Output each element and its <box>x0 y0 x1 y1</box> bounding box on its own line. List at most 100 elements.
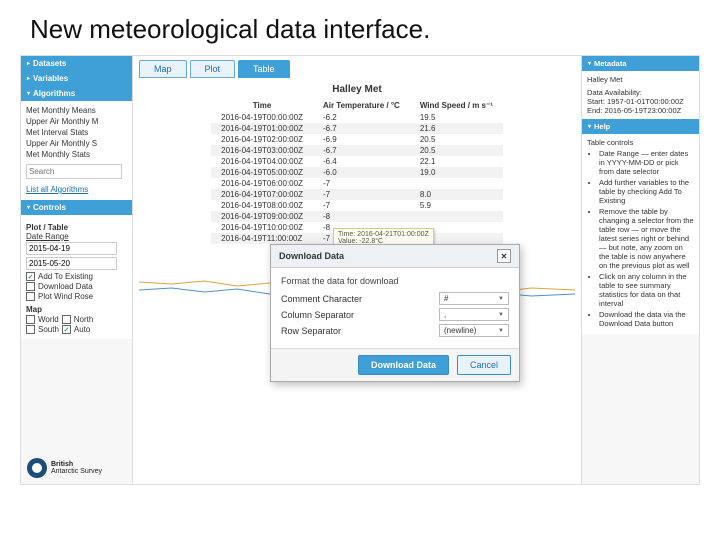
table-cell: -6.7 <box>313 123 410 134</box>
list-all-algorithms-link[interactable]: List all Algorithms <box>26 183 127 196</box>
table-row[interactable]: 2016-04-19T08:00:00Z-75.9 <box>211 200 503 211</box>
algorithm-item[interactable]: Upper Air Monthly S <box>26 138 127 149</box>
download-modal: Download Data ✕ Format the data for down… <box>270 244 520 382</box>
field-value: , <box>444 310 446 319</box>
panel-label: Algorithms <box>33 89 75 98</box>
table-cell: 2016-04-19T00:00:00Z <box>211 112 313 123</box>
auto-checkbox[interactable] <box>62 325 71 334</box>
col-wind[interactable]: Wind Speed / m s⁻¹ <box>410 99 503 112</box>
north-checkbox[interactable] <box>62 315 71 324</box>
panel-metadata[interactable]: ▾Metadata <box>582 56 699 71</box>
controls-body: Plot / Table Date Range Add To Existing … <box>21 215 132 339</box>
table-cell: 5.9 <box>410 200 503 211</box>
view-tabs: Map Plot Table <box>139 60 575 78</box>
modal-footer: Download Data Cancel <box>271 348 519 381</box>
row-sep-select[interactable]: (newline)▼ <box>439 324 509 337</box>
table-cell: -6.9 <box>313 134 410 145</box>
table-cell: 20.5 <box>410 145 503 156</box>
availability-end: End: 2016-05-19T23:00:00Z <box>587 106 694 115</box>
tab-plot[interactable]: Plot <box>190 60 236 78</box>
algorithm-search-input[interactable] <box>26 164 122 179</box>
algorithm-item[interactable]: Met Interval Stats <box>26 127 127 138</box>
table-cell: -6.7 <box>313 145 410 156</box>
field-value: # <box>444 294 448 303</box>
date-range-label: Date Range <box>26 232 127 241</box>
table-cell: 2016-04-19T08:00:00Z <box>211 200 313 211</box>
chevron-down-icon: ▾ <box>588 60 591 67</box>
table-row[interactable]: 2016-04-19T09:00:00Z-8 <box>211 211 503 222</box>
panel-algorithms[interactable]: ▾Algorithms <box>21 86 132 101</box>
tab-map[interactable]: Map <box>139 60 187 78</box>
table-cell: -7 <box>313 178 410 189</box>
panel-label: Controls <box>33 203 66 212</box>
chevron-down-icon: ▾ <box>27 204 30 211</box>
modal-header: Download Data ✕ <box>271 245 519 268</box>
col-sep-select[interactable]: ,▼ <box>439 308 509 321</box>
col-time[interactable]: Time <box>211 99 313 112</box>
close-icon[interactable]: ✕ <box>497 249 511 263</box>
table-cell: -7 <box>313 200 410 211</box>
help-item: Download the data via the Download Data … <box>599 310 694 328</box>
panel-label: Variables <box>33 74 68 83</box>
table-cell: 2016-04-19T05:00:00Z <box>211 167 313 178</box>
data-table: Time Air Temperature / °C Wind Speed / m… <box>211 99 503 244</box>
table-row[interactable]: 2016-04-19T03:00:00Z-6.720.5 <box>211 145 503 156</box>
tab-table[interactable]: Table <box>238 60 290 78</box>
checkbox-label: Auto <box>74 325 90 334</box>
chevron-right-icon: ▸ <box>27 60 30 67</box>
map-label: Map <box>26 305 127 314</box>
slide-title: New meteorological data interface. <box>0 0 720 55</box>
table-cell: 20.5 <box>410 134 503 145</box>
table-cell: 2016-04-19T04:00:00Z <box>211 156 313 167</box>
table-row[interactable]: 2016-04-19T01:00:00Z-6.721.6 <box>211 123 503 134</box>
plot-wind-rose-checkbox[interactable] <box>26 292 35 301</box>
table-row[interactable]: 2016-04-19T02:00:00Z-6.920.5 <box>211 134 503 145</box>
date-from-input[interactable] <box>26 242 117 255</box>
metadata-body: Halley Met Data Availability: Start: 195… <box>582 71 699 119</box>
comment-char-select[interactable]: #▼ <box>439 292 509 305</box>
logo-text: BritishAntarctic Survey <box>51 461 102 475</box>
checkbox-label: South <box>38 325 59 334</box>
panel-datasets[interactable]: ▸Datasets <box>21 56 132 71</box>
table-cell: 2016-04-19T02:00:00Z <box>211 134 313 145</box>
table-cell: -6.2 <box>313 112 410 123</box>
cancel-button[interactable]: Cancel <box>457 355 511 375</box>
chevron-down-icon: ▼ <box>498 312 504 318</box>
download-button[interactable]: Download Data <box>358 355 449 375</box>
panel-label: Metadata <box>594 59 627 68</box>
table-cell: 8.0 <box>410 189 503 200</box>
table-row[interactable]: 2016-04-19T04:00:00Z-6.422.1 <box>211 156 503 167</box>
field-label: Row Separator <box>281 326 341 336</box>
date-to-input[interactable] <box>26 257 117 270</box>
help-title: Table controls <box>587 138 694 147</box>
table-row[interactable]: 2016-04-19T06:00:00Z-7 <box>211 178 503 189</box>
download-data-checkbox[interactable] <box>26 282 35 291</box>
panel-help[interactable]: ▾Help <box>582 119 699 134</box>
add-to-existing-checkbox[interactable] <box>26 272 35 281</box>
bas-logo: BritishAntarctic Survey <box>21 452 132 484</box>
field-label: Column Separator <box>281 310 354 320</box>
chevron-down-icon: ▼ <box>498 296 504 302</box>
algorithms-body: Met Monthly Means Upper Air Monthly M Me… <box>21 101 132 200</box>
modal-title: Download Data <box>279 251 344 261</box>
col-temp[interactable]: Air Temperature / °C <box>313 99 410 112</box>
availability-start: Start: 1957-01-01T00:00:00Z <box>587 97 694 106</box>
table-cell: 19.5 <box>410 112 503 123</box>
table-row[interactable]: 2016-04-19T00:00:00Z-6.219.5 <box>211 112 503 123</box>
panel-variables[interactable]: ▸Variables <box>21 71 132 86</box>
table-row[interactable]: 2016-04-19T07:00:00Z-78.0 <box>211 189 503 200</box>
chevron-down-icon: ▾ <box>27 90 30 97</box>
algorithm-item[interactable]: Upper Air Monthly M <box>26 116 127 127</box>
south-checkbox[interactable] <box>26 325 35 334</box>
table-row[interactable]: 2016-04-19T05:00:00Z-6.019.0 <box>211 167 503 178</box>
table-cell: -6.4 <box>313 156 410 167</box>
table-cell: 2016-04-19T09:00:00Z <box>211 211 313 222</box>
table-cell: 2016-04-19T11:00:00Z <box>211 233 313 244</box>
world-checkbox[interactable] <box>26 315 35 324</box>
form-row-comment: Comment Character #▼ <box>281 292 509 305</box>
table-cell: 2016-04-19T07:00:00Z <box>211 189 313 200</box>
algorithm-item[interactable]: Met Monthly Means <box>26 105 127 116</box>
algorithm-item[interactable]: Met Monthly Stats <box>26 149 127 160</box>
chevron-right-icon: ▸ <box>27 75 30 82</box>
panel-controls[interactable]: ▾Controls <box>21 200 132 215</box>
